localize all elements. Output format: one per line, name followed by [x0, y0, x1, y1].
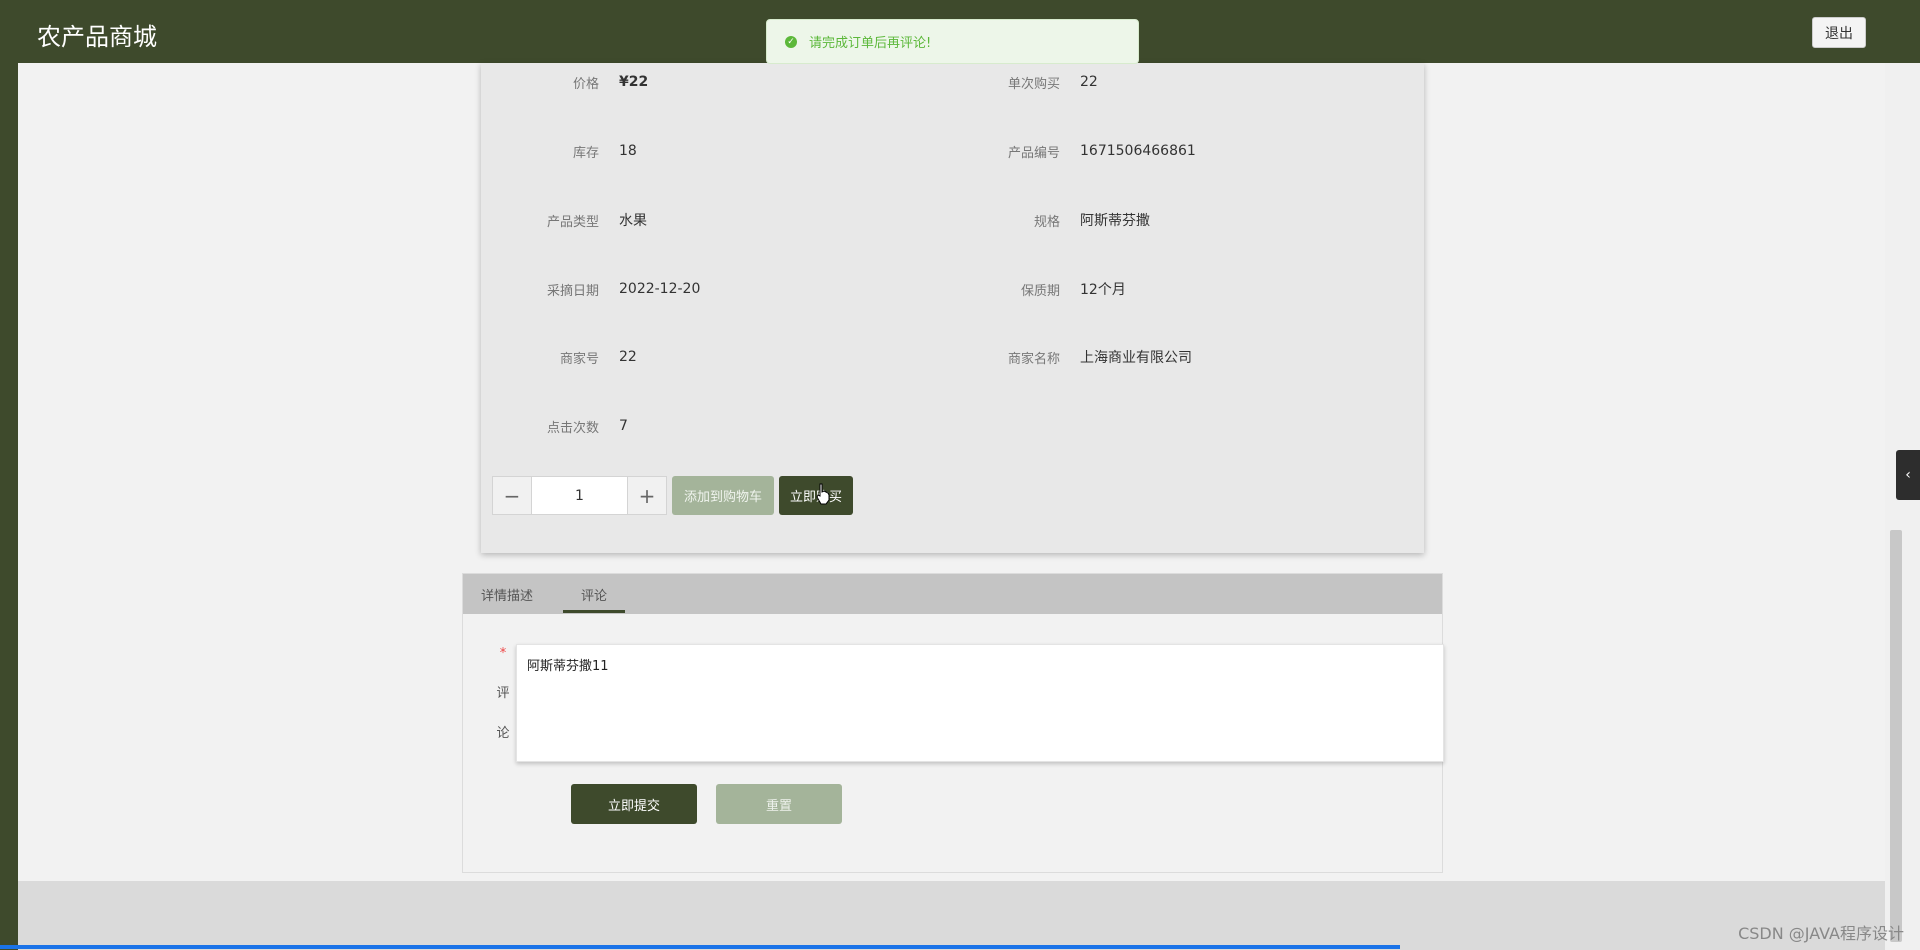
- scrollbar-thumb[interactable]: [1890, 530, 1902, 942]
- comment-textarea[interactable]: 阿斯蒂芬撒11: [516, 644, 1444, 762]
- quantity-input[interactable]: 1: [531, 477, 628, 514]
- field-label: 保质期: [1020, 283, 1060, 299]
- side-panel-toggle-icon[interactable]: ‹: [1896, 450, 1920, 500]
- required-mark: *: [499, 646, 507, 661]
- field-value: ¥22: [619, 74, 649, 90]
- csdn-watermark: CSDN @JAVA程序设计: [1738, 924, 1904, 943]
- product-detail-card: 价格 ¥22 单次购买 22 库存 18 产品编号 1671506466861 …: [481, 63, 1424, 553]
- field-value: 7: [619, 418, 628, 434]
- field-label: 产品类型: [546, 214, 599, 230]
- field-label: 产品编号: [1007, 145, 1060, 161]
- field-shelf-life: 保质期 12个月: [942, 279, 1126, 299]
- field-merchant-id: 商家号 22: [481, 347, 637, 367]
- field-price: 价格 ¥22: [481, 72, 648, 92]
- field-value: 22: [619, 349, 637, 365]
- field-product-type: 产品类型 水果: [481, 210, 647, 230]
- quantity-minus-button[interactable]: −: [493, 477, 531, 514]
- field-label: 规格: [1033, 214, 1060, 230]
- field-value: 水果: [619, 213, 647, 229]
- detail-tabs-panel: 详情描述 评论 * 评 论 阿斯蒂芬撒11 立即提交 重置: [462, 573, 1444, 873]
- field-label: 价格: [572, 76, 599, 92]
- quantity-plus-button[interactable]: +: [628, 477, 666, 514]
- brand-title: 农产品商城: [37, 23, 157, 51]
- field-value: 22: [1080, 74, 1098, 90]
- comment-label-char: 论: [496, 726, 510, 741]
- toast-text: 请完成订单后再评论!: [809, 36, 932, 51]
- field-label: 商家号: [559, 351, 599, 367]
- field-product-id: 产品编号 1671506466861: [942, 141, 1196, 161]
- toast-message: ✓ 请完成订单后再评论!: [766, 19, 1139, 64]
- reset-button[interactable]: 重置: [716, 784, 842, 824]
- field-value: 1671506466861: [1080, 143, 1196, 159]
- add-to-cart-button[interactable]: 添加到购物车: [672, 476, 774, 515]
- pointer-cursor-icon: [816, 483, 830, 505]
- field-single-purchase: 单次购买 22: [942, 72, 1098, 92]
- success-check-icon: ✓: [785, 35, 797, 48]
- field-spec: 规格 阿斯蒂芬撒: [942, 210, 1150, 230]
- field-label: 商家名称: [1007, 351, 1060, 367]
- quantity-stepper: − 1 +: [492, 476, 667, 515]
- field-stock: 库存 18: [481, 141, 637, 161]
- comment-label-char: 评: [496, 686, 510, 701]
- field-value: 18: [619, 143, 637, 159]
- field-label: 点击次数: [546, 420, 599, 436]
- tabs-bar: 详情描述 评论: [463, 574, 1442, 614]
- field-label: 单次购买: [1007, 76, 1060, 92]
- comment-label: * 评 论: [493, 634, 513, 754]
- left-edge-strip: [0, 63, 18, 950]
- field-label: 采摘日期: [546, 283, 599, 299]
- field-value: 阿斯蒂芬撒: [1080, 213, 1150, 229]
- submit-comment-button[interactable]: 立即提交: [571, 784, 697, 824]
- logout-button[interactable]: 退出: [1812, 17, 1866, 48]
- field-value: 2022-12-20: [619, 281, 701, 297]
- field-label: 库存: [572, 145, 599, 161]
- field-value: 12个月: [1080, 282, 1126, 298]
- page-loading-bar: [0, 945, 1400, 949]
- tab-details[interactable]: 详情描述: [481, 574, 533, 614]
- field-click-count: 点击次数 7: [481, 416, 628, 436]
- field-pick-date: 采摘日期 2022-12-20: [481, 279, 700, 299]
- field-merchant-name: 商家名称 上海商业有限公司: [942, 347, 1192, 367]
- tab-comments[interactable]: 评论: [563, 574, 626, 614]
- field-value: 上海商业有限公司: [1080, 350, 1192, 366]
